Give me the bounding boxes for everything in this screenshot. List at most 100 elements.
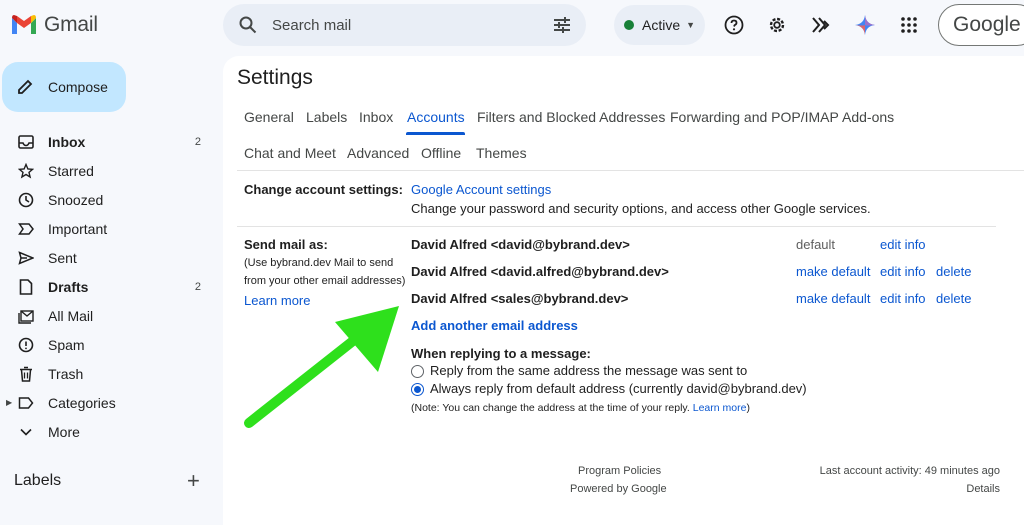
reply-note: (Note: You can change the address at the… — [411, 399, 750, 417]
send-icon — [18, 250, 34, 266]
apps-grid-icon[interactable] — [898, 14, 920, 36]
tab-chat-and-meet[interactable]: Chat and Meet — [244, 145, 336, 161]
reply-default-address-radio[interactable] — [411, 383, 424, 396]
delete-address-link[interactable]: delete — [936, 264, 971, 279]
reply-note-close: ) — [746, 402, 750, 414]
reply-default-address-label[interactable]: Always reply from default address (curre… — [430, 381, 807, 396]
tab-accounts[interactable]: Accounts — [407, 109, 465, 125]
reply-note-text: (Note: You can change the address at the… — [411, 402, 690, 414]
edit-info-link[interactable]: edit info — [880, 264, 926, 279]
important-icon — [18, 221, 34, 237]
sidebar-item-categories[interactable]: ▶ Categories — [0, 388, 215, 417]
top-bar: Gmail Search mail Active ▼ Google — [0, 0, 1024, 52]
spam-icon — [18, 337, 34, 353]
clock-icon — [18, 192, 34, 208]
settings-panel: Settings General Labels Inbox Accounts F… — [223, 56, 1024, 525]
tab-advanced[interactable]: Advanced — [347, 145, 409, 161]
sidebar-item-more[interactable]: More — [0, 417, 215, 446]
change-account-description: Change your password and security option… — [411, 201, 871, 216]
tab-labels[interactable]: Labels — [306, 109, 347, 125]
tab-themes[interactable]: Themes — [476, 145, 527, 161]
sidebar-item-label: Inbox — [48, 133, 86, 150]
chevron-down-icon — [18, 424, 34, 440]
sidebar-item-label: Starred — [48, 162, 94, 179]
unread-count: 2 — [194, 135, 201, 148]
label-icon — [18, 395, 34, 411]
change-account-label: Change account settings: — [244, 182, 403, 197]
sidebar-item-label: Sent — [48, 249, 77, 266]
reply-same-address-label[interactable]: Reply from the same address the message … — [430, 363, 747, 378]
tab-add-ons[interactable]: Add-ons — [842, 109, 894, 125]
compose-button[interactable]: Compose — [2, 62, 126, 112]
unread-count: 2 — [194, 280, 201, 293]
sidebar-item-starred[interactable]: Starred — [0, 156, 215, 185]
gmail-logo[interactable]: Gmail — [10, 13, 98, 37]
sidebar-item-trash[interactable]: Trash — [0, 359, 215, 388]
make-default-link[interactable]: make default — [796, 291, 870, 306]
settings-gear-icon[interactable] — [766, 14, 788, 36]
tab-offline[interactable]: Offline — [421, 145, 461, 161]
app-name: Gmail — [44, 13, 98, 36]
send-as-address: David Alfred <sales@bybrand.dev> — [411, 291, 629, 306]
active-tab-indicator — [406, 132, 465, 135]
all-mail-icon — [18, 308, 34, 324]
reply-heading: When replying to a message: — [411, 346, 591, 361]
search-bar[interactable]: Search mail — [223, 4, 586, 46]
tab-general[interactable]: General — [244, 109, 294, 125]
program-policies-link[interactable]: Program Policies — [578, 465, 661, 477]
status-label: Active — [642, 17, 681, 33]
sidebar-item-label: Drafts — [48, 278, 89, 295]
edit-info-link[interactable]: edit info — [880, 237, 926, 252]
delete-address-link[interactable]: delete — [936, 291, 971, 306]
status-selector[interactable]: Active ▼ — [614, 5, 705, 45]
add-email-address-link[interactable]: Add another email address — [411, 318, 578, 333]
reply-note-learn-more-link[interactable]: Learn more — [693, 402, 747, 414]
send-mail-help-line-2: from your other email addresses) — [244, 275, 406, 287]
activity-details-link[interactable]: Details — [966, 483, 1000, 495]
make-default-link[interactable]: make default — [796, 264, 870, 279]
sidebar-item-label: Spam — [48, 336, 85, 353]
sidebar-item-all-mail[interactable]: All Mail — [0, 301, 215, 330]
tab-inbox[interactable]: Inbox — [359, 109, 393, 125]
trash-icon — [18, 366, 34, 382]
draft-icon — [18, 278, 34, 295]
add-label-icon[interactable]: + — [187, 468, 200, 494]
send-as-address: David Alfred <david@bybrand.dev> — [411, 237, 630, 252]
gemini-sparkle-icon[interactable] — [854, 14, 876, 36]
section-divider — [237, 226, 996, 227]
chevron-down-icon: ▼ — [686, 20, 696, 30]
sidebar-item-label: Categories — [48, 394, 116, 411]
search-options-icon[interactable] — [552, 16, 572, 34]
expand-caret-icon[interactable]: ▶ — [6, 398, 12, 407]
tab-forwarding[interactable]: Forwarding and POP/IMAP — [670, 109, 839, 125]
page-title: Settings — [237, 66, 313, 89]
send-mail-help-line-1: (Use bybrand.dev Mail to send — [244, 257, 394, 269]
sidebar-item-drafts[interactable]: Drafts 2 — [0, 272, 215, 301]
send-as-address: David Alfred <david.alfred@bybrand.dev> — [411, 264, 669, 279]
sidebar-item-inbox[interactable]: Inbox 2 — [0, 127, 215, 156]
search-input[interactable]: Search mail — [272, 17, 351, 34]
gemini-apps-icon[interactable] — [810, 14, 832, 36]
sidebar-item-important[interactable]: Important — [0, 214, 215, 243]
send-mail-as-label: Send mail as: — [244, 237, 328, 252]
sidebar-nav: Inbox 2 Starred Snoozed Important Sent D… — [0, 127, 215, 446]
tab-filters[interactable]: Filters and Blocked Addresses — [477, 109, 665, 125]
labels-heading: Labels — [14, 472, 62, 489]
reply-same-address-radio[interactable] — [411, 365, 424, 378]
google-account-button[interactable]: Google — [938, 4, 1024, 46]
sidebar-item-label: All Mail — [48, 307, 94, 324]
sidebar-item-snoozed[interactable]: Snoozed — [0, 185, 215, 214]
sidebar-item-label: Snoozed — [48, 191, 104, 208]
edit-info-link[interactable]: edit info — [880, 291, 926, 306]
sidebar-item-label: Important — [48, 220, 108, 237]
sidebar-item-spam[interactable]: Spam — [0, 330, 215, 359]
help-icon[interactable] — [723, 14, 745, 36]
gmail-m-icon — [12, 15, 36, 34]
star-icon — [18, 162, 34, 179]
sidebar-item-sent[interactable]: Sent — [0, 243, 215, 272]
google-account-settings-link[interactable]: Google Account settings — [411, 182, 551, 197]
search-icon[interactable] — [239, 16, 257, 34]
last-account-activity: Last account activity: 49 minutes ago — [819, 465, 1000, 477]
sidebar-item-label: Trash — [48, 365, 84, 382]
default-address-badge: default — [796, 237, 836, 252]
